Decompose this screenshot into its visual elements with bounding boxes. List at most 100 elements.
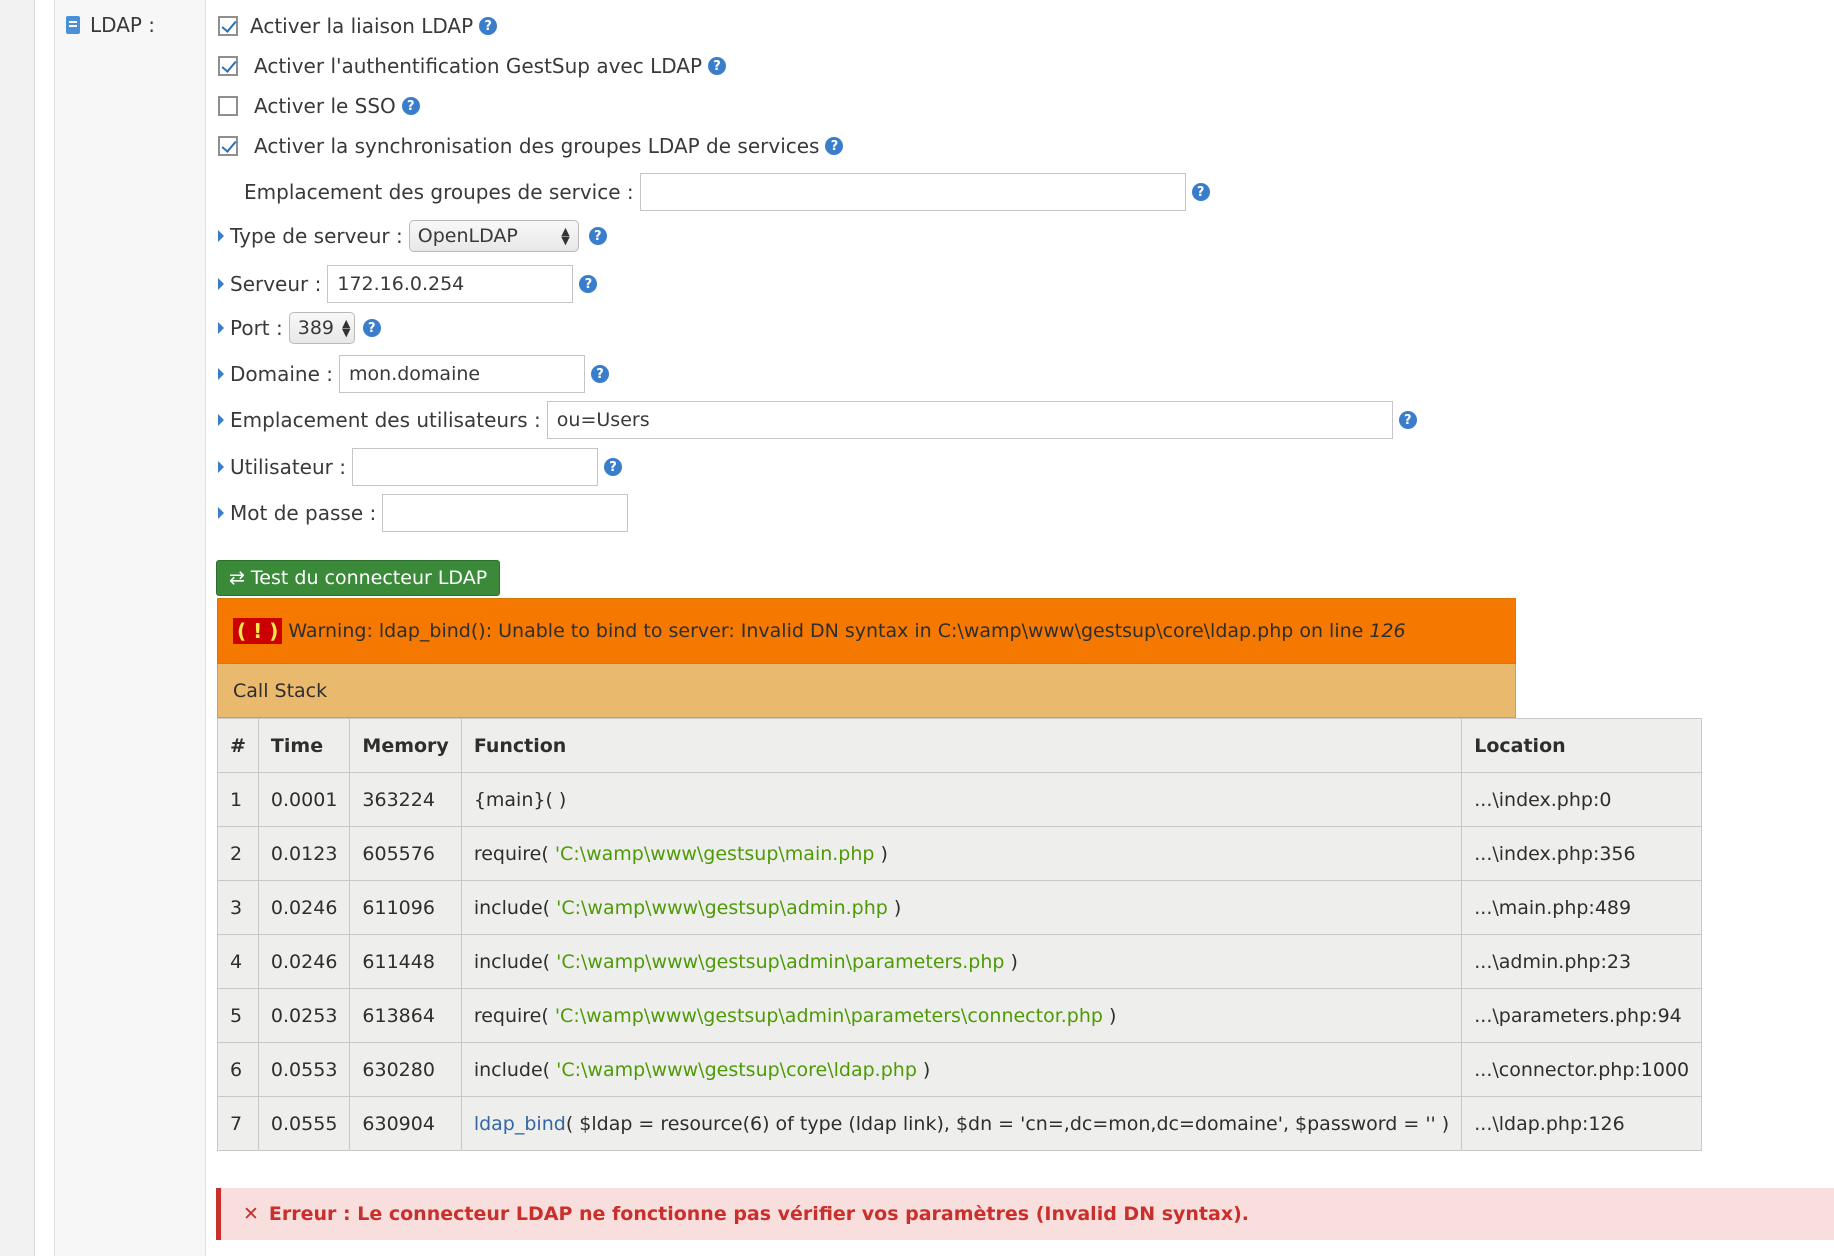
server-type-label: Type de serveur : (230, 224, 403, 248)
test-ldap-connector-button[interactable]: ⇄ Test du connecteur LDAP (216, 560, 501, 596)
user-input[interactable] (351, 448, 598, 486)
users-location-input[interactable]: ou=Users (546, 401, 1393, 439)
server-row: Serveur : 172.16.0.254 ? (218, 265, 598, 303)
label-column (54, 0, 206, 1256)
port-select[interactable]: 389 ▲ ▼ (288, 312, 355, 344)
row-function: require( 'C:\wamp\www\gestsup\main.php ) (460, 826, 1463, 881)
row-time: 0.0001 (257, 772, 351, 827)
table-row: 7 0.0555 630904 ldap_bind( $ldap = resou… (217, 1096, 1703, 1151)
row-number: 7 (217, 1096, 259, 1151)
port-value: 389 (297, 317, 335, 339)
help-icon[interactable]: ? (479, 17, 498, 35)
help-icon[interactable]: ? (579, 275, 598, 293)
server-input[interactable]: 172.16.0.254 (327, 265, 574, 303)
row-memory: 613864 (349, 988, 462, 1043)
warning-badge: ( ! ) (233, 618, 283, 644)
function-end: ) (916, 1058, 931, 1081)
row-number: 1 (217, 772, 259, 827)
ldap-auth-label: Activer l'authentification GestSup avec … (254, 54, 703, 78)
row-location: ...\connector.php:1000 (1461, 1042, 1703, 1097)
function-name: {main}( ) (473, 788, 567, 811)
call-stack-header: Call Stack (217, 664, 1516, 718)
table-row: 4 0.0246 611448 include( 'C:\wamp\www\ge… (217, 934, 1703, 989)
help-icon[interactable]: ? (825, 137, 844, 155)
function-doc-link[interactable]: ldap_bind (474, 1113, 566, 1135)
row-location: ...\admin.php:23 (1461, 934, 1703, 989)
function-end: ) (874, 842, 888, 865)
call-stack-header-row: # Time Memory Function Location (217, 718, 1703, 773)
help-icon[interactable]: ? (588, 227, 607, 245)
table-row: 1 0.0001 363224 {main}( ) ...\index.php:… (217, 772, 1703, 827)
row-location: ...\index.php:0 (1461, 772, 1703, 827)
function-end: ) (1004, 950, 1018, 973)
enable-ldap-label: Activer la liaison LDAP (250, 14, 474, 38)
warning-message: Warning: ldap_bind(): Unable to bind to … (288, 620, 1364, 642)
row-function: include( 'C:\wamp\www\gestsup\admin.php … (460, 880, 1463, 935)
row-memory: 611096 (349, 880, 462, 935)
server-type-row: Type de serveur : OpenLDAP ▲ ▼ ? (218, 220, 607, 252)
help-icon[interactable]: ? (603, 458, 622, 476)
function-argument: 'C:\wamp\www\gestsup\admin\parameters\co… (554, 1004, 1103, 1027)
row-function: include( 'C:\wamp\www\gestsup\admin\para… (460, 934, 1463, 989)
caret-right-icon (218, 230, 224, 242)
row-time: 0.0123 (257, 826, 351, 881)
caret-right-icon (218, 322, 224, 334)
function-argument: 'C:\wamp\www\gestsup\admin.php (556, 896, 888, 919)
checkbox-row-ldap-auth: Activer l'authentification GestSup avec … (218, 54, 727, 78)
function-argument: 'C:\wamp\www\gestsup\main.php (554, 842, 875, 865)
port-label: Port : (230, 316, 283, 340)
help-icon[interactable]: ? (1191, 183, 1210, 201)
caret-right-icon (218, 278, 224, 290)
left-gutter (0, 0, 35, 1256)
function-argument: 'C:\wamp\www\gestsup\admin\parameters.ph… (556, 950, 1005, 973)
row-function: ldap_bind( $ldap = resource(6) of type (… (460, 1096, 1463, 1151)
group-sync-label: Activer la synchronisation des groupes L… (254, 134, 820, 158)
group-sync-checkbox[interactable] (218, 136, 238, 156)
error-alert-message: Erreur : Le connecteur LDAP ne fonctionn… (268, 1203, 1249, 1225)
service-groups-row: Emplacement des groupes de service : ? (244, 173, 1210, 211)
help-icon[interactable]: ? (708, 57, 727, 75)
password-input[interactable] (382, 494, 629, 532)
help-icon[interactable]: ? (1398, 411, 1417, 429)
help-icon[interactable]: ? (362, 319, 381, 337)
select-arrows-icon: ▲ ▼ (561, 225, 570, 247)
domain-row: Domaine : mon.domaine ? (218, 355, 610, 393)
caret-right-icon (218, 368, 224, 380)
row-function: {main}( ) (460, 772, 1463, 827)
function-name: include( (473, 896, 557, 919)
enable-ldap-checkbox[interactable] (218, 16, 238, 36)
service-groups-input[interactable] (639, 173, 1186, 211)
function-name: require( (473, 1004, 555, 1027)
help-icon[interactable]: ? (591, 365, 610, 383)
row-number: 6 (217, 1042, 259, 1097)
row-number: 4 (217, 934, 259, 989)
warning-line-number: 126 (1369, 620, 1406, 642)
table-row: 5 0.0253 613864 require( 'C:\wamp\www\ge… (217, 988, 1703, 1043)
server-label: Serveur : (230, 272, 322, 296)
row-number: 3 (217, 880, 259, 935)
sso-checkbox[interactable] (218, 96, 238, 116)
service-groups-label: Emplacement des groupes de service : (244, 180, 634, 204)
help-icon[interactable]: ? (401, 97, 420, 115)
ldap-auth-checkbox[interactable] (218, 56, 238, 76)
domain-label: Domaine : (230, 362, 334, 386)
server-type-select[interactable]: OpenLDAP ▲ ▼ (408, 220, 579, 252)
caret-right-icon (218, 461, 224, 473)
exchange-icon: ⇄ (229, 567, 245, 589)
domain-input[interactable]: mon.domaine (339, 355, 586, 393)
password-row: Mot de passe : (218, 494, 629, 532)
function-end: ) (887, 896, 902, 919)
row-memory: 611448 (349, 934, 462, 989)
select-arrows-icon: ▲ ▼ (342, 317, 351, 339)
row-memory: 605576 (349, 826, 462, 881)
password-label: Mot de passe : (230, 501, 377, 525)
caret-right-icon (218, 414, 224, 426)
table-row: 6 0.0553 630280 include( 'C:\wamp\www\ge… (217, 1042, 1703, 1097)
checkbox-row-group-sync: Activer la synchronisation des groupes L… (218, 134, 844, 158)
column-header: Memory (349, 718, 462, 773)
sso-label: Activer le SSO (254, 94, 396, 118)
function-name: ( $ldap = resource(6) of type (ldap link… (565, 1112, 1450, 1135)
function-name: include( (473, 1058, 557, 1081)
row-location: ...\ldap.php:126 (1461, 1096, 1703, 1151)
function-name: include( (473, 950, 557, 973)
